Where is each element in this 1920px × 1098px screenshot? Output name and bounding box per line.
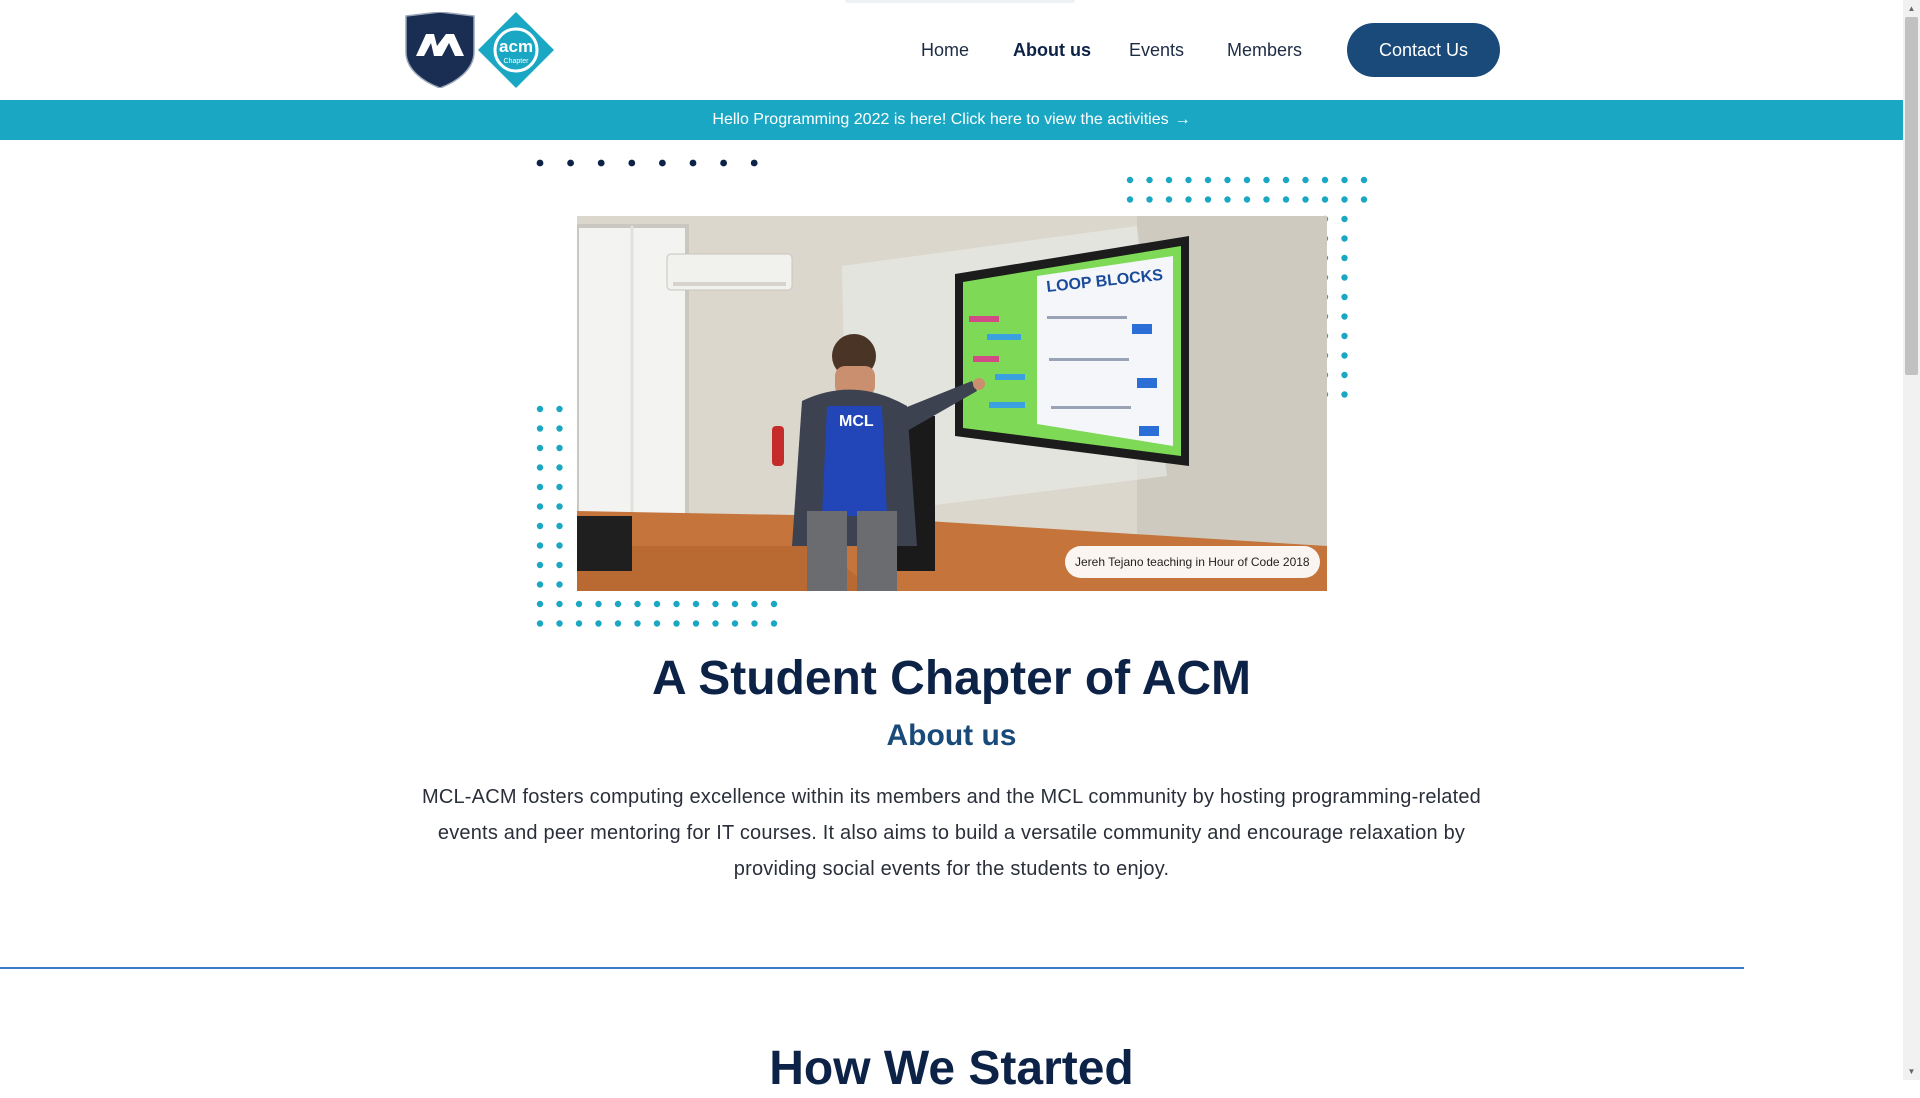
- navy-dot-row: [536, 159, 758, 167]
- announcement-bar[interactable]: Hello Programming 2022 is here! Click he…: [0, 100, 1903, 140]
- mcl-shield-logo-icon: [405, 11, 475, 89]
- scroll-up-arrow-icon[interactable]: ▲: [1903, 0, 1920, 17]
- about-description: MCL-ACM fosters computing excellence wit…: [421, 786, 1482, 880]
- header-shadow-tab: [845, 0, 1075, 3]
- acm-logo-text: acm: [499, 37, 533, 56]
- site-header: acm Chapter Home About us Events Members…: [0, 0, 1903, 100]
- section-divider: [0, 967, 1744, 969]
- arrow-right-icon: →: [1174, 111, 1191, 128]
- nav-events-link[interactable]: Events: [1129, 36, 1184, 64]
- announcement-text: Hello Programming 2022 is here! Click he…: [712, 111, 1169, 128]
- scrollbar-thumb[interactable]: [1905, 17, 1918, 375]
- nav-members-link[interactable]: Members: [1227, 36, 1302, 64]
- nav-home-link[interactable]: Home: [921, 36, 969, 64]
- photo-caption: Jereh Tejano teaching in Hour of Code 20…: [1065, 546, 1320, 578]
- section-subtitle: About us: [886, 719, 1017, 752]
- scroll-down-arrow-icon[interactable]: ▼: [1903, 1063, 1920, 1080]
- acm-logo-subtext: Chapter: [504, 58, 530, 65]
- how-we-started-title: How We Started: [769, 1042, 1134, 1095]
- hero-photo: LOOP BLOCKS MCL: [577, 216, 1327, 591]
- acm-diamond-logo-icon: acm Chapter: [478, 12, 554, 88]
- page-title: A Student Chapter of ACM: [651, 652, 1252, 705]
- site-logo[interactable]: acm Chapter: [404, 11, 554, 89]
- nav-about-link[interactable]: About us: [1013, 36, 1091, 64]
- shirt-logo-text: MCL: [839, 413, 874, 430]
- contact-us-button[interactable]: Contact Us: [1347, 23, 1500, 77]
